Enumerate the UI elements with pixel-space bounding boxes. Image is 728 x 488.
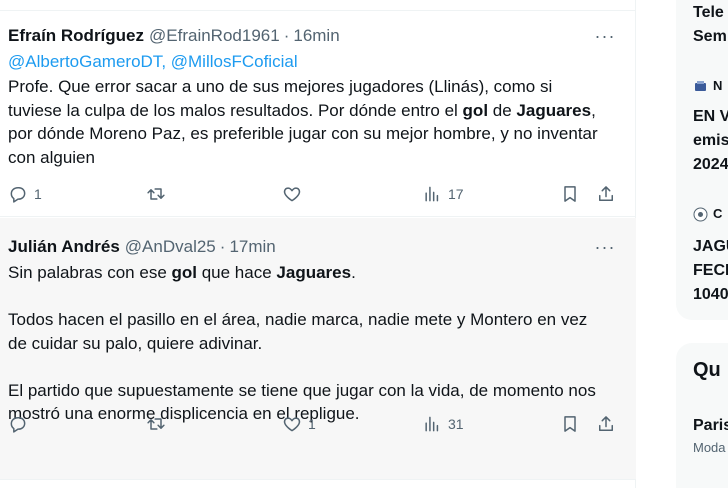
trend-category: Moda xyxy=(693,440,726,455)
like-button[interactable]: 1 xyxy=(282,411,316,437)
text-run: que hace xyxy=(197,263,277,282)
share-icon xyxy=(599,416,613,431)
retweet-icon xyxy=(147,188,165,200)
reply-button[interactable] xyxy=(8,411,34,437)
reply-button[interactable]: 1 xyxy=(8,181,42,207)
news-source[interactable]: C xyxy=(693,206,722,222)
news-headline[interactable]: FECH xyxy=(693,260,728,282)
reply-count: 1 xyxy=(34,186,42,202)
tweet-timestamp[interactable]: 17min xyxy=(229,237,275,257)
tweet-paragraph: Todos hacen el pasillo en el área, nadie… xyxy=(8,310,588,353)
highlighted-keyword: gol xyxy=(171,263,198,282)
like-button[interactable] xyxy=(282,181,308,207)
views-count: 17 xyxy=(448,186,464,202)
author-handle[interactable]: @EfrainRod1961 xyxy=(149,26,280,46)
separator-dot: · xyxy=(283,26,290,45)
tweet-text: Sin palabras con ese gol que hace Jaguar… xyxy=(8,261,608,426)
reply-icon xyxy=(10,187,26,203)
author-name[interactable]: Efraín Rodríguez xyxy=(8,26,144,46)
bookmark-icon xyxy=(564,416,576,432)
text-run: . xyxy=(351,263,356,282)
tweet[interactable]: Efraín Rodríguez @EfrainRod1961 · 16min … xyxy=(0,10,636,217)
tweet[interactable]: Julián Andrés @AnDval25 · 17min ··· Sin … xyxy=(0,218,636,480)
tweet-timestamp[interactable]: 16min xyxy=(293,26,339,46)
trends-heading: Qu xyxy=(693,359,721,381)
text-run: de xyxy=(488,100,517,120)
retweet-icon xyxy=(147,418,165,430)
news-headline[interactable]: emis xyxy=(693,130,728,152)
news-card: Tele Sem N EN V emis 2024 C JAGU FECH 10… xyxy=(676,0,728,320)
timeline-feed: Efraín Rodríguez @EfrainRod1961 · 16min … xyxy=(0,0,636,488)
tweet-actions: 1 31 xyxy=(8,411,624,437)
views-button[interactable]: 17 xyxy=(422,181,464,207)
text-run: Sin palabras con ese xyxy=(8,263,172,282)
views-button[interactable]: 31 xyxy=(422,411,464,437)
trends-card: Qu Paris Moda xyxy=(676,343,728,488)
tweet-header: Efraín Rodríguez @EfrainRod1961 · 16min xyxy=(8,25,340,47)
mention-separator: , xyxy=(161,52,171,71)
retweet-button[interactable] xyxy=(146,181,172,207)
like-count: 1 xyxy=(308,416,316,432)
news-source[interactable]: N xyxy=(693,78,722,94)
tweet-text: Profe. Que error sacar a uno de sus mejo… xyxy=(8,75,608,169)
share-button[interactable] xyxy=(596,411,616,437)
source-avatar-icon xyxy=(693,207,708,222)
right-sidebar: Tele Sem N EN V emis 2024 C JAGU FECH 10… xyxy=(676,0,728,488)
bookmark-icon xyxy=(564,186,576,202)
more-options-button[interactable]: ··· xyxy=(594,236,616,258)
author-handle[interactable]: @AnDval25 xyxy=(125,237,216,257)
news-headline-top[interactable]: Tele xyxy=(693,2,724,24)
news-headline[interactable]: 1040 xyxy=(693,284,728,306)
retweet-button[interactable] xyxy=(146,411,172,437)
news-headline[interactable]: 2024 xyxy=(693,154,728,176)
source-name: C xyxy=(713,206,723,221)
analytics-icon xyxy=(425,416,439,432)
reply-icon xyxy=(10,417,26,433)
news-headline[interactable]: EN V xyxy=(693,106,728,128)
tweet-actions: 1 17 xyxy=(8,181,624,207)
author-name[interactable]: Julián Andrés xyxy=(8,237,120,257)
separator-dot: · xyxy=(219,237,226,256)
more-icon: ··· xyxy=(594,25,616,46)
mention-link[interactable]: @MillosFCoficial xyxy=(171,52,298,71)
views-count: 31 xyxy=(448,416,464,432)
reply-mentions: @AlbertoGameroDT, @MillosFCoficial xyxy=(8,51,298,73)
tweet-header: Julián Andrés @AnDval25 · 17min xyxy=(8,236,276,258)
highlighted-keyword: gol xyxy=(462,100,489,120)
more-icon: ··· xyxy=(594,236,616,257)
bookmark-button[interactable] xyxy=(560,411,580,437)
highlighted-keyword: Jaguares xyxy=(516,100,592,120)
mention-link[interactable]: @AlbertoGameroDT xyxy=(8,52,161,71)
news-headline-top[interactable]: Sem xyxy=(693,26,727,48)
news-headline[interactable]: JAGU xyxy=(693,236,728,258)
more-options-button[interactable]: ··· xyxy=(594,25,616,47)
share-icon xyxy=(599,186,613,201)
heart-icon xyxy=(283,417,301,432)
highlighted-keyword: Jaguares xyxy=(276,263,352,282)
analytics-icon xyxy=(425,186,439,202)
trend-title[interactable]: Paris xyxy=(693,415,728,437)
share-button[interactable] xyxy=(596,181,616,207)
bookmark-button[interactable] xyxy=(560,181,580,207)
source-avatar-icon xyxy=(693,79,708,94)
heart-icon xyxy=(283,187,301,202)
source-name: N xyxy=(713,78,723,93)
